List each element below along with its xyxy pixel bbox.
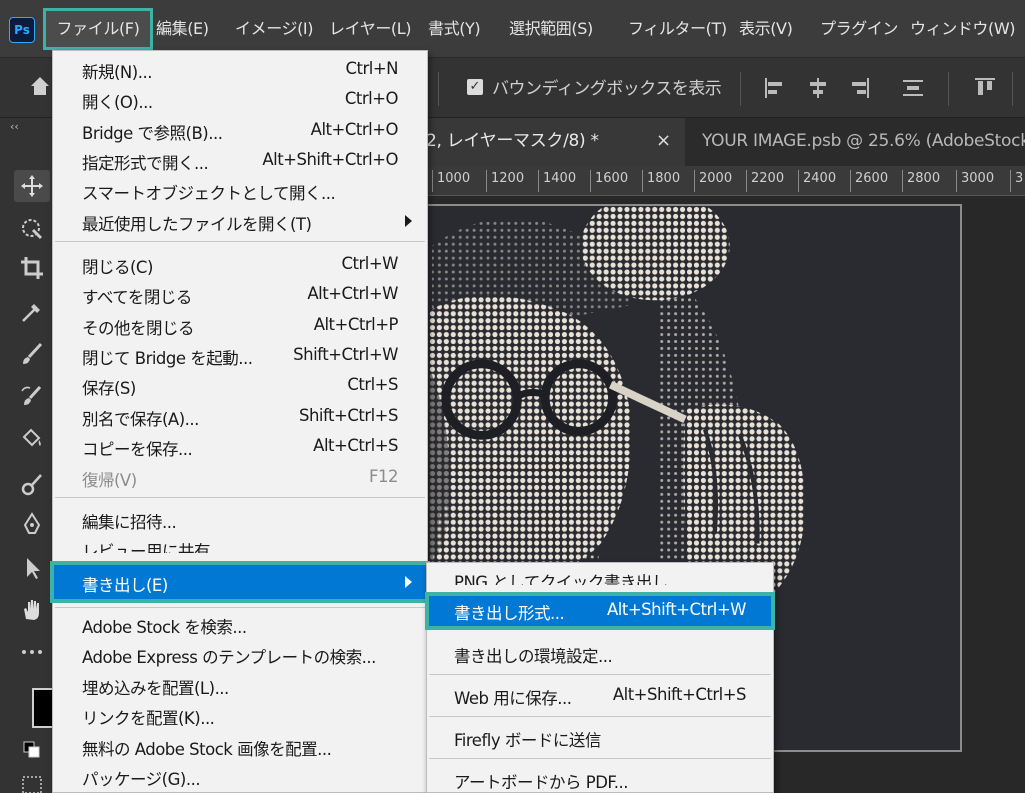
tab-title: 2, レイヤーマスク/8) * xyxy=(426,131,599,151)
menu-image[interactable]: イメージ(I) xyxy=(235,8,313,50)
menu-separator xyxy=(429,674,771,675)
options-divider xyxy=(1012,72,1013,106)
menu-separator xyxy=(429,758,771,759)
menu-item-place-embedded[interactable]: 埋め込みを配置(L)... xyxy=(54,670,426,700)
submenu-arrow-icon xyxy=(405,215,412,227)
ruler-tick: 2600 xyxy=(850,170,888,192)
file-menu-dropdown: 新規(N)... Ctrl+N 開く(O)... Ctrl+O Bridge で参照… xyxy=(50,50,430,793)
options-divider xyxy=(740,72,741,106)
menu-item-new[interactable]: 新規(N)... Ctrl+N xyxy=(54,54,426,84)
align-left-icon[interactable] xyxy=(762,75,788,101)
menu-item-close-go-bridge[interactable]: 閉じて Bridge を起動... Shift+Ctrl+W xyxy=(54,340,426,370)
tab-active-document[interactable]: 2, レイヤーマスク/8) * × xyxy=(420,118,685,166)
menu-item-export[interactable]: 書き出し(E) xyxy=(50,561,430,603)
crop-tool-icon[interactable] xyxy=(14,252,50,284)
menu-item-open-as[interactable]: 指定形式で開く... Alt+Shift+Ctrl+O xyxy=(54,145,426,175)
quick-mask-icon[interactable] xyxy=(14,766,50,793)
menu-item-export-as[interactable]: 書き出し形式... Alt+Shift+Ctrl+W xyxy=(425,592,775,630)
more-tools-icon[interactable] xyxy=(14,636,50,668)
menu-item-search-express-templates[interactable]: Adobe Express のテンプレートの検索... xyxy=(54,639,426,669)
menu-item-close-others[interactable]: その他を閉じる Alt+Ctrl+P xyxy=(54,310,426,340)
dodge-tool-icon[interactable] xyxy=(14,468,50,500)
menu-edit[interactable]: 編集(E) xyxy=(156,8,209,50)
menu-separator xyxy=(55,497,425,498)
tool-panel: ‹‹ xyxy=(0,118,60,793)
ruler-tick: 2400 xyxy=(798,170,836,192)
menu-item-artboards-to-pdf[interactable]: アートボードから PDF... xyxy=(428,765,772,793)
menu-item-share-for-review[interactable]: レビュー用に共有 xyxy=(54,533,426,553)
menu-item-open-recent[interactable]: 最近使用したファイルを開く(T) xyxy=(54,206,426,236)
menu-file[interactable]: ファイル(F) xyxy=(43,8,153,50)
menu-separator xyxy=(55,607,425,608)
history-brush-tool-icon[interactable] xyxy=(14,380,50,412)
ruler-tick: 1800 xyxy=(642,170,680,192)
menu-type[interactable]: 書式(Y) xyxy=(428,8,481,50)
menu-plugins[interactable]: プラグイン xyxy=(820,8,898,50)
move-tool-icon[interactable] xyxy=(14,170,50,202)
tab-your-image[interactable]: YOUR IMAGE.psb @ 25.6% (AdobeStock_195 xyxy=(685,118,1025,166)
menu-view[interactable]: 表示(V) xyxy=(739,8,793,50)
menu-item-quick-export-png[interactable]: PNG としてクイック書き出し xyxy=(428,565,772,585)
path-selection-tool-icon[interactable] xyxy=(14,552,50,584)
menu-item-place-free-stock[interactable]: 無料の Adobe Stock 画像を配置... xyxy=(54,731,426,761)
menu-layer[interactable]: レイヤー(L) xyxy=(329,8,412,50)
menu-filter[interactable]: フィルター(T) xyxy=(628,8,727,50)
photoshop-logo: Ps xyxy=(9,17,35,43)
menu-item-save[interactable]: 保存(S) Ctrl+S xyxy=(54,370,426,400)
menu-item-browse-bridge[interactable]: Bridge で参照(B)... Alt+Ctrl+O xyxy=(54,115,426,145)
ruler-tick: 2800 xyxy=(902,170,940,192)
ruler-tick: 1200 xyxy=(486,170,524,192)
ruler-tick: 1400 xyxy=(538,170,576,192)
object-selection-tool-icon[interactable] xyxy=(14,212,50,244)
menu-item-place-linked[interactable]: リンクを配置(K)... xyxy=(54,700,426,730)
menu-item-export-preferences[interactable]: 書き出しの環境設定... xyxy=(428,639,772,669)
align-right-icon[interactable] xyxy=(846,75,872,101)
align-top-icon[interactable] xyxy=(972,75,998,101)
foreground-color-swatch[interactable] xyxy=(32,688,54,728)
align-center-icon[interactable] xyxy=(805,75,831,101)
menu-item-revert[interactable]: 復帰(V) F12 xyxy=(54,462,426,492)
menu-separator xyxy=(55,241,425,242)
menu-item-open[interactable]: 開く(O)... Ctrl+O xyxy=(54,84,426,114)
menu-item-search-adobe-stock[interactable]: Adobe Stock を検索... xyxy=(54,609,426,639)
bounding-box-checkbox[interactable]: ✓ xyxy=(467,79,483,95)
menu-item-save-as[interactable]: 別名で保存(A)... Shift+Ctrl+S xyxy=(54,401,426,431)
ruler-tick: 1000 xyxy=(432,170,470,192)
paint-bucket-tool-icon[interactable] xyxy=(14,422,50,454)
options-divider xyxy=(438,72,439,106)
menu-item-save-for-web[interactable]: Web 用に保存... Alt+Shift+Ctrl+S xyxy=(428,681,772,711)
submenu-arrow-icon xyxy=(405,576,412,588)
ruler-tick: 1600 xyxy=(590,170,628,192)
brush-tool-icon[interactable] xyxy=(14,338,50,370)
distribute-icon[interactable] xyxy=(900,75,926,101)
menu-item-send-to-firefly-boards[interactable]: Firefly ボードに送信 xyxy=(428,723,772,753)
eyedropper-tool-icon[interactable] xyxy=(14,296,50,328)
menu-item-save-copy[interactable]: コピーを保存... Alt+Ctrl+S xyxy=(54,431,426,461)
menu-item-close-all[interactable]: すべてを閉じる Alt+Ctrl+W xyxy=(54,279,426,309)
default-colors-icon[interactable] xyxy=(14,734,50,766)
menu-item-package[interactable]: パッケージ(G)... xyxy=(54,761,426,791)
ruler-tick: 3 xyxy=(1010,170,1023,192)
close-icon[interactable]: × xyxy=(656,118,671,164)
menu-separator xyxy=(429,716,771,717)
menu-window[interactable]: ウィンドウ(W) xyxy=(910,8,1016,50)
collapse-panel-icon[interactable]: ‹‹ xyxy=(10,120,19,133)
home-icon[interactable] xyxy=(28,74,52,98)
hand-tool-icon[interactable] xyxy=(14,594,50,626)
options-divider xyxy=(948,72,949,106)
pen-tool-icon[interactable] xyxy=(14,508,50,540)
export-submenu: PNG としてクイック書き出し 書き出し形式... Alt+Shift+Ctrl+… xyxy=(425,562,775,793)
bounding-box-label: バウンディングボックスを表示 xyxy=(492,79,722,99)
ruler-tick: 2200 xyxy=(746,170,784,192)
ruler-tick: 3000 xyxy=(956,170,994,192)
menu-item-invite-to-edit[interactable]: 編集に招待... xyxy=(54,504,426,534)
menu-item-close[interactable]: 閉じる(C) Ctrl+W xyxy=(54,249,426,279)
menu-select[interactable]: 選択範囲(S) xyxy=(509,8,593,50)
ruler-tick: 2000 xyxy=(694,170,732,192)
menu-item-open-smart-object[interactable]: スマートオブジェクトとして開く... xyxy=(54,175,426,205)
